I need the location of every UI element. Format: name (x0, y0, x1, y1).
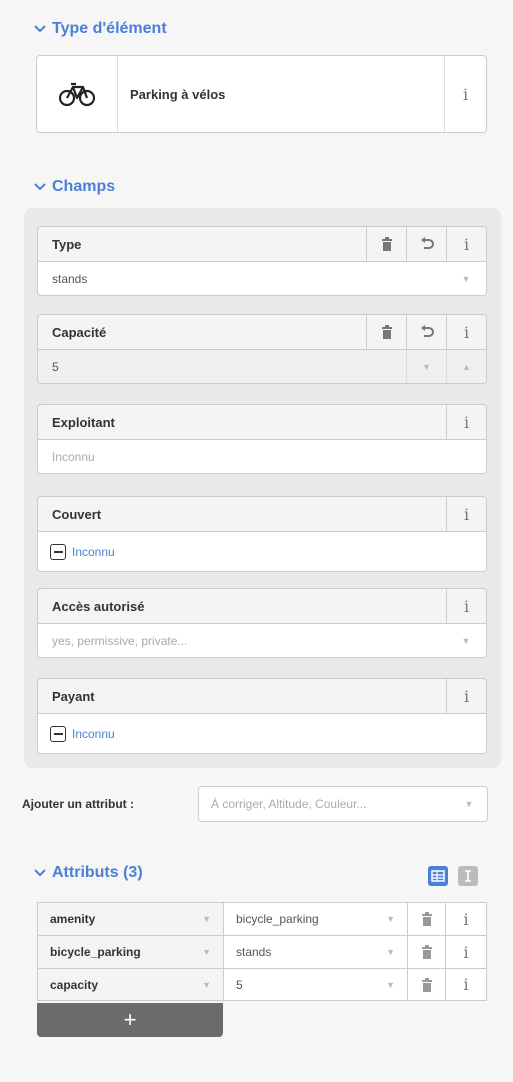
preset-name: Parking à vélos (130, 86, 226, 102)
field-fee: Payant i Inconnu (37, 678, 487, 754)
field-info-button[interactable]: i (446, 315, 486, 349)
field-operator: Exploitant i Inconnu (37, 404, 487, 474)
field-info-button[interactable]: i (446, 227, 486, 261)
tag-info-button[interactable]: i (446, 969, 486, 1000)
tags-section-toggle[interactable]: Attributs (3) (34, 864, 143, 882)
add-tag-button[interactable]: + (37, 1003, 223, 1037)
field-label: Couvert (52, 506, 102, 522)
delete-tag-button[interactable] (408, 969, 446, 1000)
delete-tag-button[interactable] (408, 936, 446, 968)
dropdown-caret-icon[interactable]: ▼ (446, 624, 486, 657)
revert-field-button[interactable] (406, 227, 446, 261)
trash-icon (381, 325, 392, 339)
dropdown-caret-icon[interactable]: ▼ (451, 799, 487, 809)
preset-section-title: Type d'élément (52, 20, 167, 37)
tag-value-input[interactable]: 5 ▼ (224, 969, 408, 1000)
preset-info-button[interactable]: i (444, 56, 486, 132)
delete-tag-button[interactable] (408, 903, 446, 935)
decrement-button[interactable]: ▼ (406, 350, 446, 383)
add-attribute-placeholder: À corriger, Altitude, Couleur... (211, 797, 367, 811)
tag-value-input[interactable]: bicycle_parking ▼ (224, 903, 408, 935)
remove-field-button[interactable] (366, 227, 406, 261)
chevron-down-icon (34, 25, 46, 33)
table-row: capacity ▼ 5 ▼ i (37, 968, 487, 1001)
checkbox-label: Inconnu (72, 726, 115, 741)
table-icon (431, 870, 445, 882)
field-access: Accès autorisé i yes, permissive, privat… (37, 588, 487, 658)
trash-icon (421, 912, 432, 926)
field-covered: Couvert i Inconnu (37, 496, 487, 572)
fields-section-title: Champs (52, 178, 116, 195)
text-view-toggle[interactable] (458, 866, 478, 886)
field-info-button[interactable]: i (446, 405, 486, 439)
type-combo-value[interactable]: stands (38, 272, 446, 286)
dropdown-caret-icon[interactable]: ▼ (446, 262, 486, 295)
text-cursor-icon (465, 870, 471, 882)
capacity-input[interactable]: 5 (38, 360, 406, 374)
tag-key-input[interactable]: bicycle_parking ▼ (38, 936, 224, 968)
field-info-button[interactable]: i (446, 679, 486, 713)
field-type: Type i stands ▼ (37, 226, 487, 296)
field-info-button[interactable]: i (446, 589, 486, 623)
table-row: amenity ▼ bicycle_parking ▼ i (37, 902, 487, 935)
field-label: Capacité (52, 324, 107, 340)
remove-field-button[interactable] (366, 315, 406, 349)
trash-icon (421, 945, 432, 959)
preset-selector[interactable]: Parking à vélos i (36, 55, 487, 133)
field-info-button[interactable]: i (446, 497, 486, 531)
checkbox-label: Inconnu (72, 544, 115, 559)
add-attribute-label: Ajouter un attribut : (22, 797, 134, 811)
indeterminate-checkbox-icon (50, 725, 66, 742)
undo-icon (420, 325, 434, 337)
bicycle-icon (37, 56, 118, 132)
access-combo[interactable]: yes, permissive, private... (38, 634, 446, 648)
tag-key-input[interactable]: amenity ▼ (38, 903, 224, 935)
fee-checkbox[interactable]: Inconnu (38, 725, 115, 742)
tag-editor: amenity ▼ bicycle_parking ▼ i bicycle_park… (37, 902, 487, 1001)
list-view-toggle[interactable] (428, 866, 448, 886)
field-capacity: Capacité i 5 ▼ ▲ (37, 314, 487, 384)
fields-section-toggle[interactable]: Champs (34, 178, 115, 196)
add-attribute-row: Ajouter un attribut : À corriger, Altitu… (22, 786, 488, 822)
field-label: Payant (52, 688, 95, 704)
field-label: Exploitant (52, 414, 115, 430)
field-label: Accès autorisé (52, 598, 145, 614)
tag-info-button[interactable]: i (446, 936, 486, 968)
tag-info-button[interactable]: i (446, 903, 486, 935)
add-attribute-combo[interactable]: À corriger, Altitude, Couleur... ▼ (198, 786, 488, 822)
tag-value-input[interactable]: stands ▼ (224, 936, 408, 968)
chevron-down-icon (34, 183, 46, 191)
tags-section-title: Attributs (3) (52, 864, 143, 881)
undo-icon (420, 237, 434, 249)
revert-field-button[interactable] (406, 315, 446, 349)
tag-key-input[interactable]: capacity ▼ (38, 969, 224, 1000)
trash-icon (381, 237, 392, 251)
preset-section-toggle[interactable]: Type d'élément (34, 20, 167, 38)
covered-checkbox[interactable]: Inconnu (38, 543, 115, 560)
chevron-down-icon (34, 869, 46, 877)
operator-input[interactable]: Inconnu (38, 450, 486, 464)
indeterminate-checkbox-icon (50, 543, 66, 560)
increment-button[interactable]: ▲ (446, 350, 486, 383)
table-row: bicycle_parking ▼ stands ▼ i (37, 935, 487, 968)
field-label: Type (52, 236, 82, 252)
trash-icon (421, 977, 432, 992)
